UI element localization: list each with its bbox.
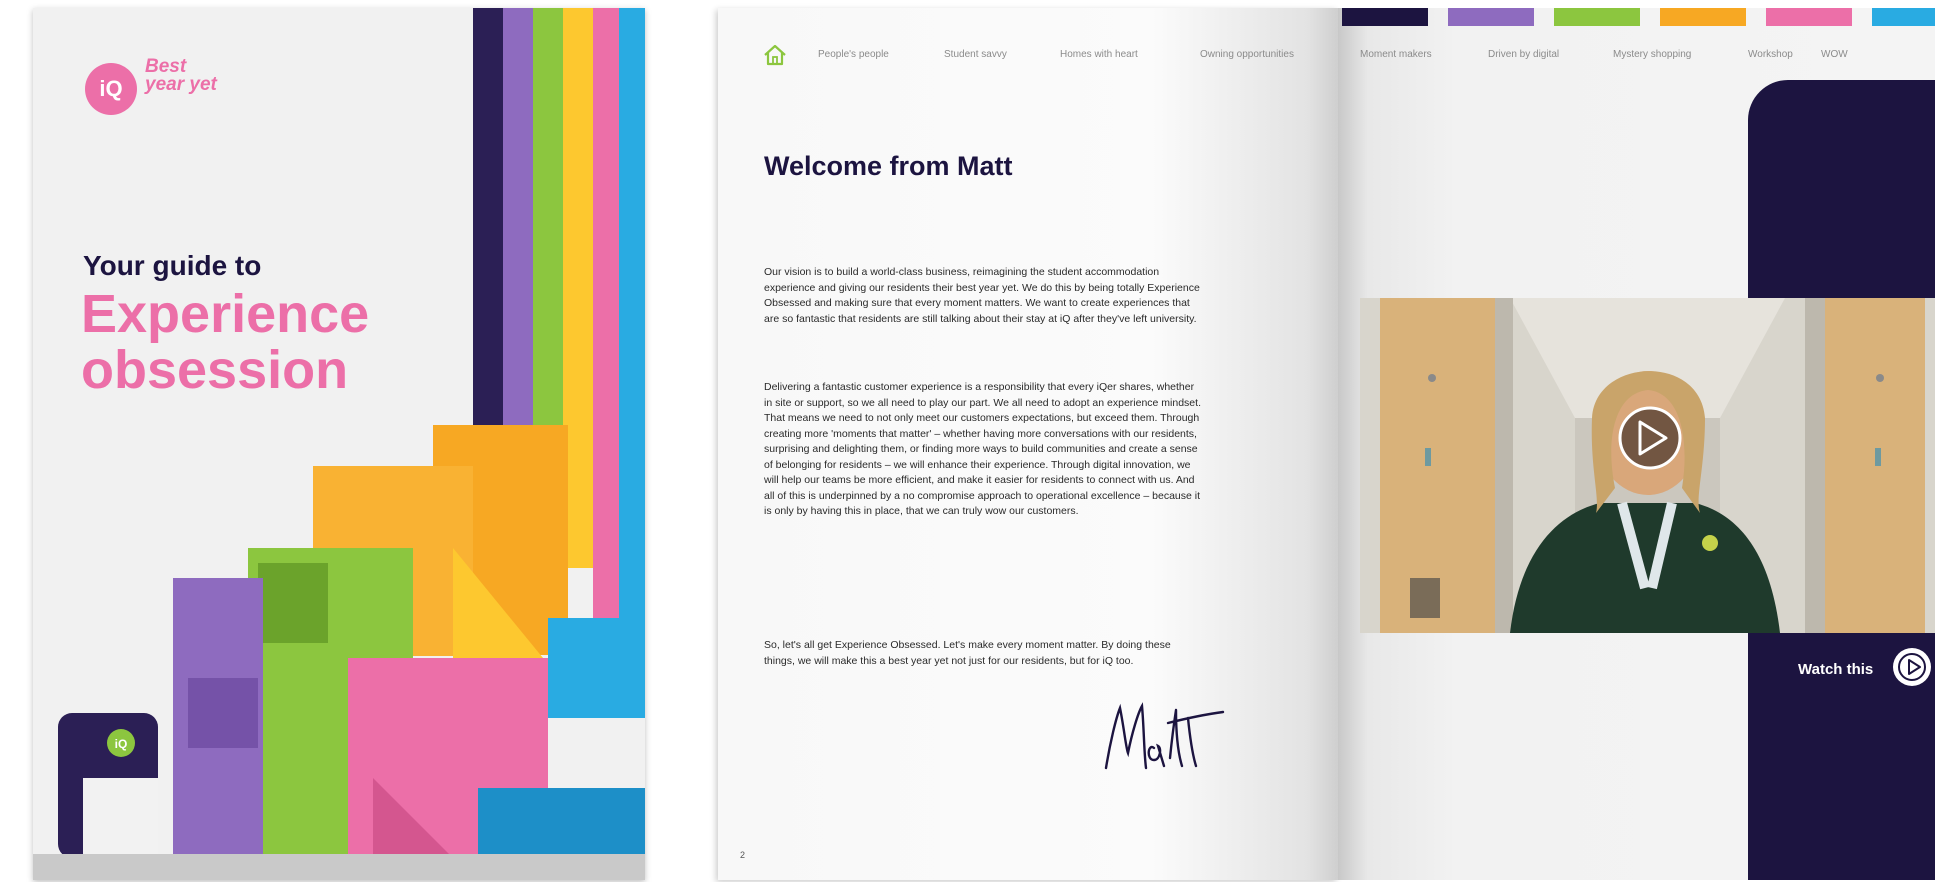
body-paragraph: Delivering a fantastic customer experien… xyxy=(764,381,1201,517)
video-frame xyxy=(1360,298,1935,633)
block-purple-window xyxy=(188,678,258,748)
nav-item-moment-makers[interactable]: Moment makers xyxy=(1360,49,1432,60)
welcome-page: People's people Student savvy Homes with… xyxy=(718,8,1338,880)
cover-illustration: iQ xyxy=(58,8,645,858)
signature xyxy=(1104,702,1225,770)
iq-logo: iQ xyxy=(85,63,137,115)
nav-item-student-savvy[interactable]: Student savvy xyxy=(944,49,1007,60)
block-blue-lower xyxy=(478,788,645,858)
block-green-window xyxy=(258,563,328,643)
closing-paragraph: So, let's all get Experience Obsessed. L… xyxy=(764,639,1171,667)
cover-floor xyxy=(33,854,645,880)
guide-cover: iQ iQ Best year yet Your guide to Experi… xyxy=(33,8,645,880)
watch-play-button[interactable] xyxy=(1893,648,1931,686)
logo-tagline: Best year yet xyxy=(145,56,217,95)
video-page: Moment makers Driven by digital Mystery … xyxy=(1338,8,1935,880)
color-swatch-green xyxy=(1554,8,1640,26)
home-icon[interactable] xyxy=(762,42,788,68)
page-number: 2 xyxy=(740,850,746,860)
block-blue-upper xyxy=(548,618,645,718)
color-swatch-purple xyxy=(1448,8,1534,26)
page-title: Welcome from Matt xyxy=(764,151,1013,181)
color-swatch-orange xyxy=(1660,8,1746,26)
intro-paragraph: Our vision is to build a world-class bus… xyxy=(764,266,1200,325)
stripe-green xyxy=(533,8,563,433)
nav-item-mystery-shopping[interactable]: Mystery shopping xyxy=(1613,49,1691,60)
welcome-video[interactable] xyxy=(1360,298,1935,633)
nav-item-owning-opportunities[interactable]: Owning opportunities xyxy=(1200,49,1294,60)
color-swatch-pink xyxy=(1766,8,1852,26)
cover-heading-line1: Experience xyxy=(81,284,370,344)
color-swatch-blue xyxy=(1872,8,1935,26)
svg-text:iQ: iQ xyxy=(115,737,128,751)
stripe-navy xyxy=(473,8,503,433)
watch-this-label: Watch this xyxy=(1798,661,1874,678)
cover-heading-small: Your guide to xyxy=(83,250,262,281)
stripe-blue xyxy=(619,8,645,628)
stripe-pink xyxy=(593,8,619,628)
nav-item-peoples-people[interactable]: People's people xyxy=(818,49,889,60)
nav-item-homes-with-heart[interactable]: Homes with heart xyxy=(1060,49,1138,60)
color-swatch-navy xyxy=(1342,8,1428,26)
entrance-door xyxy=(83,778,158,858)
stripe-purple xyxy=(503,8,533,433)
cover-heading-line2: obsession xyxy=(81,340,349,400)
nav-item-driven-by-digital[interactable]: Driven by digital xyxy=(1488,49,1559,60)
nav-item-workshop[interactable]: Workshop xyxy=(1748,49,1793,60)
nav-item-wow[interactable]: WOW xyxy=(1821,49,1848,60)
play-icon xyxy=(1898,653,1926,681)
